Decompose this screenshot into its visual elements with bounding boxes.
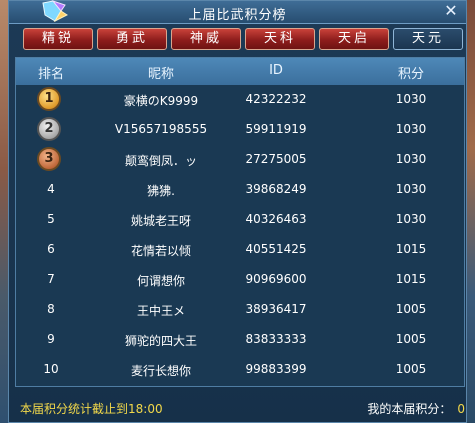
tab-jingrui[interactable]: 精锐 <box>23 28 93 50</box>
row-id: 39868249 <box>245 182 307 196</box>
tab-tianyuan[interactable]: 天元 <box>393 28 463 50</box>
table-header: 排名 昵称 ID 积分 <box>16 58 464 85</box>
title-bar: 上届比武积分榜 ✕ <box>9 0 466 24</box>
row-rank: 8 <box>47 302 55 316</box>
row-id: 40326463 <box>245 212 307 226</box>
row-id: 40551425 <box>245 242 307 256</box>
tab-yongwu[interactable]: 勇武 <box>97 28 167 50</box>
table-row[interactable]: 3 颠鸾倒凤．ッ 27275005 1030 <box>16 145 464 175</box>
table-row[interactable]: 1 豪横のK9999 42322232 1030 <box>16 85 464 115</box>
row-rank: 10 <box>43 362 59 376</box>
row-score: 1005 <box>395 362 427 376</box>
row-score: 1030 <box>395 212 427 226</box>
table-row[interactable]: 7 何谓想你 90969600 1015 <box>16 265 464 295</box>
header-rank: 排名 <box>37 67 64 82</box>
row-name: 王中王メ <box>136 304 185 318</box>
table-row[interactable]: 5 姚城老王呀 40326463 1030 <box>16 205 464 235</box>
my-score: 我的本届积分： 0 <box>367 400 465 417</box>
row-name: 狒狒. <box>147 184 175 198</box>
table-row[interactable]: 10 麦行长想你 99883399 1005 <box>16 355 464 385</box>
silver-medal-icon: 2 <box>37 117 61 141</box>
deadline-text: 本届积分统计截止到18:00 <box>20 402 163 416</box>
row-id: 42322232 <box>245 92 307 106</box>
bronze-medal-icon: 3 <box>37 147 61 171</box>
gold-medal-icon: 1 <box>37 87 61 111</box>
row-name: V15657198555 <box>114 122 208 136</box>
header-name: 昵称 <box>147 67 174 82</box>
ranking-table: 排名 昵称 ID 积分 1 豪横のK9999 42322232 1030 2 V… <box>15 57 465 387</box>
tab-tianqi[interactable]: 天启 <box>319 28 389 50</box>
row-name: 姚城老王呀 <box>130 214 191 228</box>
window-title: 上届比武积分榜 <box>188 8 287 23</box>
table-row[interactable]: 9 狮驼的四大王 83833333 1005 <box>16 325 464 355</box>
row-id: 83833333 <box>245 332 307 346</box>
row-rank: 9 <box>47 332 55 346</box>
row-name: 花情若以倾 <box>130 244 191 258</box>
row-id: 99883399 <box>245 362 307 376</box>
row-id: 38936417 <box>245 302 307 316</box>
row-id: 90969600 <box>245 272 307 286</box>
row-name: 何谓想你 <box>136 274 185 288</box>
row-score: 1005 <box>395 332 427 346</box>
row-rank: 4 <box>47 182 55 196</box>
tier-tabs: 精锐 勇武 神威 天科 天启 天元 <box>23 28 463 52</box>
row-id: 27275005 <box>245 152 307 166</box>
table-row[interactable]: 2 V15657198555 59911919 1030 <box>16 115 464 145</box>
row-rank: 5 <box>47 212 55 226</box>
row-score: 1030 <box>395 152 427 166</box>
row-score: 1030 <box>395 122 427 136</box>
header-score: 积分 <box>397 67 424 82</box>
close-icon[interactable]: ✕ <box>442 2 460 20</box>
my-score-value: 0 <box>457 402 465 416</box>
row-id: 59911919 <box>245 122 307 136</box>
row-name: 狮驼的四大王 <box>124 334 197 348</box>
table-row[interactable]: 4 狒狒. 39868249 1030 <box>16 175 464 205</box>
row-score: 1030 <box>395 182 427 196</box>
row-name: 麦行长想你 <box>130 364 191 378</box>
row-score: 1005 <box>395 302 427 316</box>
header-id: ID <box>269 63 283 78</box>
row-name: 颠鸾倒凤．ッ <box>124 154 197 168</box>
row-name: 豪横のK9999 <box>123 94 199 108</box>
tab-shenwei[interactable]: 神威 <box>171 28 241 50</box>
row-score: 1030 <box>395 92 427 106</box>
table-row[interactable]: 8 王中王メ 38936417 1005 <box>16 295 464 325</box>
tab-tianke[interactable]: 天科 <box>245 28 315 50</box>
table-row[interactable]: 6 花情若以倾 40551425 1015 <box>16 235 464 265</box>
row-score: 1015 <box>395 272 427 286</box>
row-score: 1015 <box>395 242 427 256</box>
row-rank: 7 <box>47 272 55 286</box>
row-rank: 6 <box>47 242 55 256</box>
my-score-label: 我的本届积分： <box>367 402 452 416</box>
